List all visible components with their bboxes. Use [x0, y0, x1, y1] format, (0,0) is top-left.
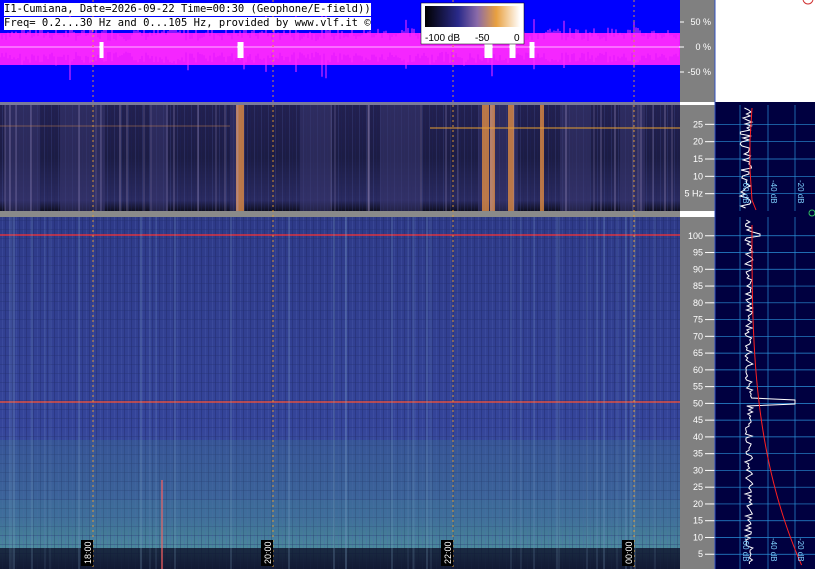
- hf-freq-tick: 55: [693, 382, 703, 392]
- lf-freq-tick: 5 Hz: [684, 189, 703, 199]
- hf-freq-tick: 80: [693, 298, 703, 308]
- lf-freq-tick: 15: [693, 154, 703, 164]
- hf-freq-tick: 25: [693, 482, 703, 492]
- hf-freq-tick: 70: [693, 331, 703, 341]
- hf-freq-tick: 60: [693, 365, 703, 375]
- colorbar-label-mid: -50: [475, 33, 490, 44]
- db-scale-label: -40 dB: [769, 180, 778, 204]
- separator-top: [0, 102, 680, 105]
- low-freq-spectrogram: [0, 105, 680, 211]
- hf-freq-tick: 45: [693, 415, 703, 425]
- hf-freq-tick: 50: [693, 398, 703, 408]
- percent-tick-label: 50 %: [690, 17, 711, 27]
- separator-mid: [0, 211, 680, 217]
- time-label-2200: 22:00: [441, 540, 453, 566]
- header-title: I1-Cumiana, Date=2026-09-22 Time=00:30 (…: [4, 3, 371, 16]
- time-label-0000: 00:00: [622, 540, 634, 566]
- spectrogram-display: -100 dB -50 0 50 % 0 % -50 % 25 20 15 10 5 Hz …: [0, 0, 815, 569]
- hf-freq-tick: 5: [698, 549, 703, 559]
- colorbar: -100 dB -50 0: [420, 2, 525, 45]
- lf-freq-tick: 20: [693, 137, 703, 147]
- svg-text:00:00: 00:00: [624, 541, 634, 564]
- hf-freq-tick: 20: [693, 499, 703, 509]
- svg-text:20:00: 20:00: [263, 541, 273, 564]
- hf-freq-tick: 65: [693, 348, 703, 358]
- db-scale-label: -60 dB: [741, 538, 750, 562]
- db-scale-label: -60 dB: [741, 180, 750, 204]
- svg-text:18:00: 18:00: [83, 541, 93, 564]
- hf-freq-tick: 95: [693, 248, 703, 258]
- lf-freq-tick: 25: [693, 119, 703, 129]
- db-scale-label: -20 dB: [796, 538, 805, 562]
- svg-text:22:00: 22:00: [443, 541, 453, 564]
- colorbar-label-max: 0: [514, 33, 520, 44]
- time-label-1800: 18:00: [81, 540, 93, 566]
- hf-freq-tick: 15: [693, 516, 703, 526]
- high-freq-spectrogram: [0, 217, 680, 569]
- db-scale-label: -40 dB: [769, 538, 778, 562]
- side-spectrum-panels: -60 dB -40 dB -20 dB -60 dB -40 dB -20 dB: [714, 0, 815, 569]
- hf-freq-tick: 90: [693, 264, 703, 274]
- hf-freq-tick: 40: [693, 432, 703, 442]
- hf-freq-tick: 85: [693, 281, 703, 291]
- colorbar-label-min: -100 dB: [425, 33, 460, 44]
- hf-freq-tick: 35: [693, 449, 703, 459]
- lf-freq-tick: 10: [693, 171, 703, 181]
- time-label-2000: 20:00: [261, 540, 273, 566]
- percent-tick-label: 0 %: [695, 42, 711, 52]
- db-scale-label: -20 dB: [796, 180, 805, 204]
- hf-freq-tick: 10: [693, 532, 703, 542]
- hf-freq-tick: 30: [693, 465, 703, 475]
- right-axis-strip: 50 % 0 % -50 % 25 20 15 10 5 Hz 100 95 90 85 80 75 7…: [680, 0, 715, 569]
- percent-tick-label: -50 %: [687, 67, 711, 77]
- header-subtitle: Freq= 0.2...30 Hz and 0...105 Hz, provid…: [4, 17, 371, 30]
- hf-freq-tick: 100: [688, 231, 703, 241]
- hf-freq-tick: 75: [693, 315, 703, 325]
